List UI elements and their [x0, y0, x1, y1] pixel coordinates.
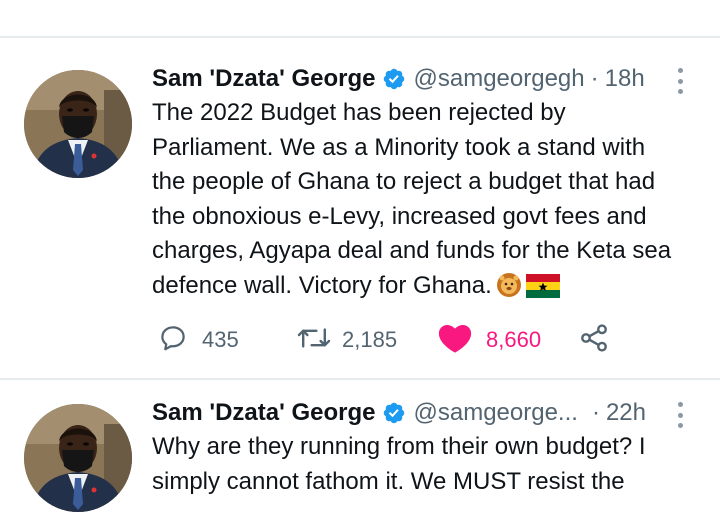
- ghana-flag-emoji: [525, 273, 560, 309]
- tweet-text: Why are they running from their own budg…: [152, 433, 646, 495]
- avatar[interactable]: [24, 404, 132, 512]
- more-options-icon[interactable]: [672, 400, 688, 430]
- retweet-count: 2,185: [342, 327, 398, 352]
- tweet[interactable]: Sam 'Dzata' George @samgeorge... · 22h W…: [0, 380, 720, 512]
- heart-icon: [438, 322, 472, 359]
- tweet-actions: 435 2,185 8,660: [152, 320, 712, 360]
- tweet-header: Sam 'Dzata' George @samgeorgegh · 18h: [152, 62, 645, 96]
- separator-dot: ·: [590, 65, 599, 92]
- like-button[interactable]: 8,660: [438, 320, 541, 360]
- lion-face-emoji: [496, 272, 522, 309]
- tweet-text: The 2022 Budget has been rejected by Par…: [152, 96, 697, 308]
- tweet-time[interactable]: 22h: [606, 399, 646, 427]
- reply-icon: [158, 323, 188, 358]
- retweet-button[interactable]: 2,185: [296, 320, 397, 360]
- author-handle[interactable]: @samgeorge...: [414, 399, 578, 427]
- tweet[interactable]: Sam 'Dzata' George @samgeorgegh · 18h Th…: [0, 38, 720, 378]
- tweet-time[interactable]: 18h: [605, 65, 645, 93]
- reply-count: 435: [202, 327, 239, 352]
- separator-dot: ·: [591, 399, 600, 426]
- author-name[interactable]: Sam 'Dzata' George: [152, 399, 376, 427]
- verified-badge-icon: [382, 401, 406, 425]
- share-icon: [578, 322, 610, 359]
- retweet-icon: [296, 323, 332, 358]
- tweet-text-body: The 2022 Budget has been rejected by Par…: [152, 99, 672, 299]
- like-count: 8,660: [486, 327, 542, 352]
- reply-button[interactable]: 435: [158, 320, 239, 360]
- share-button[interactable]: [578, 320, 610, 360]
- author-handle[interactable]: @samgeorgegh: [414, 65, 585, 93]
- author-name[interactable]: Sam 'Dzata' George: [152, 65, 376, 93]
- verified-badge-icon: [382, 67, 406, 91]
- avatar[interactable]: [24, 70, 132, 178]
- tweet-header: Sam 'Dzata' George @samgeorge... · 22h: [152, 396, 646, 430]
- more-options-icon[interactable]: [672, 66, 688, 96]
